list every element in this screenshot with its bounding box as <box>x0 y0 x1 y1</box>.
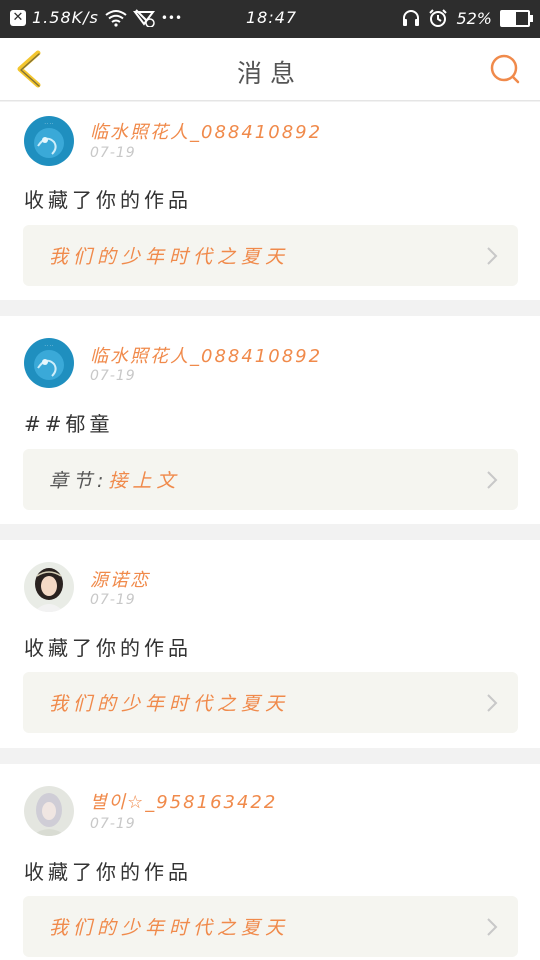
message-time: 07-19 <box>90 592 136 608</box>
message-text: 收藏了你的作品 <box>24 636 192 660</box>
username[interactable]: 源诺恋 <box>90 566 150 592</box>
more-notifications-icon: ••• <box>160 10 183 25</box>
chevron-right-icon <box>487 247 498 265</box>
work-link[interactable]: 我们的少年时代之夏天 <box>23 225 518 286</box>
link-title: 我们的少年时代之夏天 <box>49 917 290 939</box>
message-time: 07-19 <box>90 145 136 161</box>
status-bar: ✕ 1.58K/s ••• 18:47 52% <box>0 0 540 38</box>
avatar[interactable]: · · · · <box>24 116 74 166</box>
message-card[interactable]: · · · · 临水照花人_088410892 07-19 收藏了你的作品 我们… <box>0 102 540 300</box>
link-title: 我们的少年时代之夏天 <box>49 246 290 268</box>
message-time: 07-19 <box>90 816 136 832</box>
link-prefix: 章节: <box>49 470 109 492</box>
battery-percent: 52% <box>456 8 492 28</box>
work-link[interactable]: 我们的少年时代之夏天 <box>23 896 518 957</box>
avatar[interactable] <box>24 786 74 836</box>
alarm-icon <box>429 9 448 27</box>
link-title: 我们的少年时代之夏天 <box>49 693 290 715</box>
message-card[interactable]: 별이☆_958163422 07-19 收藏了你的作品 我们的少年时代之夏天 <box>0 764 540 960</box>
username[interactable]: 临水照花人_088410892 <box>90 118 322 144</box>
close-notification-icon: ✕ <box>10 9 26 26</box>
clock: 18:47 <box>246 8 298 27</box>
page-title: 消息 <box>236 59 303 88</box>
battery-icon <box>500 9 533 27</box>
chevron-right-icon <box>487 694 498 712</box>
message-text: 收藏了你的作品 <box>24 188 192 212</box>
username[interactable]: 临水照花人_088410892 <box>90 342 322 368</box>
svg-text:· · · ·: · · · · <box>45 343 54 348</box>
chevron-right-icon <box>487 471 498 489</box>
message-text: ##郁童 <box>24 412 114 436</box>
headphones-icon <box>403 10 420 26</box>
message-card[interactable]: 源诺恋 07-19 收藏了你的作品 我们的少年时代之夏天 <box>0 540 540 748</box>
network-speed: 1.58K/s <box>32 8 99 27</box>
message-card[interactable]: · · · · 临水照花人_088410892 07-19 ##郁童 章节:接上… <box>0 316 540 524</box>
signal-off-icon <box>132 8 155 27</box>
svg-text:· · · ·: · · · · <box>45 121 54 126</box>
wifi-icon <box>105 9 127 27</box>
chapter-link[interactable]: 章节:接上文 <box>23 449 518 510</box>
message-text: 收藏了你的作品 <box>24 860 192 884</box>
username[interactable]: 별이☆_958163422 <box>90 788 277 814</box>
avatar[interactable]: · · · · <box>24 338 74 388</box>
chevron-right-icon <box>487 918 498 936</box>
link-title: 接上文 <box>108 470 181 492</box>
message-time: 07-19 <box>90 368 136 384</box>
work-link[interactable]: 我们的少年时代之夏天 <box>23 672 518 733</box>
avatar[interactable] <box>24 562 74 612</box>
search-button[interactable] <box>488 52 522 86</box>
nav-bar: 消息 <box>0 38 540 101</box>
